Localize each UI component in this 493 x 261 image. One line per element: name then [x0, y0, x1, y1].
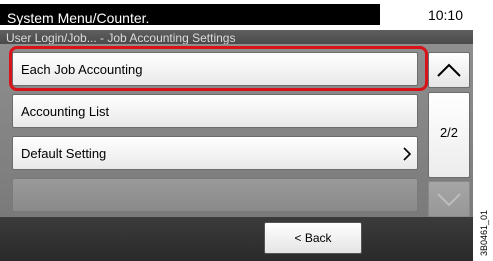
screen-title: System Menu/Counter. — [7, 10, 150, 26]
list-item-empty — [12, 178, 418, 212]
scroll-up-button[interactable] — [428, 52, 470, 88]
scroll-down-button[interactable] — [428, 181, 470, 217]
clock: 10:10 — [427, 7, 463, 23]
title-bar: System Menu/Counter. 10:10 — [0, 0, 473, 30]
breadcrumb-bar: User Login/Job... - Job Accounting Setti… — [0, 30, 473, 45]
chevron-down-icon — [437, 193, 461, 207]
chevron-right-icon — [403, 147, 412, 161]
back-button-label: < Back — [294, 231, 332, 245]
title-background: System Menu/Counter. — [0, 4, 380, 26]
page-indicator-panel: 2/2 — [428, 92, 470, 178]
list-item-label: Default Setting — [21, 146, 107, 161]
touch-panel-screen: System Menu/Counter. 10:10 User Login/Jo… — [0, 0, 473, 261]
page-indicator: 2/2 — [439, 125, 459, 140]
list-item-label: Accounting List — [21, 104, 110, 119]
figure-id: 3B0461_01 — [478, 172, 492, 257]
chevron-up-icon — [437, 63, 461, 77]
footer-bar: < Back — [0, 217, 473, 261]
breadcrumb: User Login/Job... - Job Accounting Setti… — [6, 31, 236, 45]
selection-highlight — [9, 46, 428, 91]
list-item-accounting-list[interactable]: Accounting List — [12, 94, 418, 128]
list-item-default-setting[interactable]: Default Setting — [12, 136, 418, 170]
figure-id-label: 3B0461_01 — [479, 209, 489, 256]
back-button[interactable]: < Back — [264, 222, 362, 254]
